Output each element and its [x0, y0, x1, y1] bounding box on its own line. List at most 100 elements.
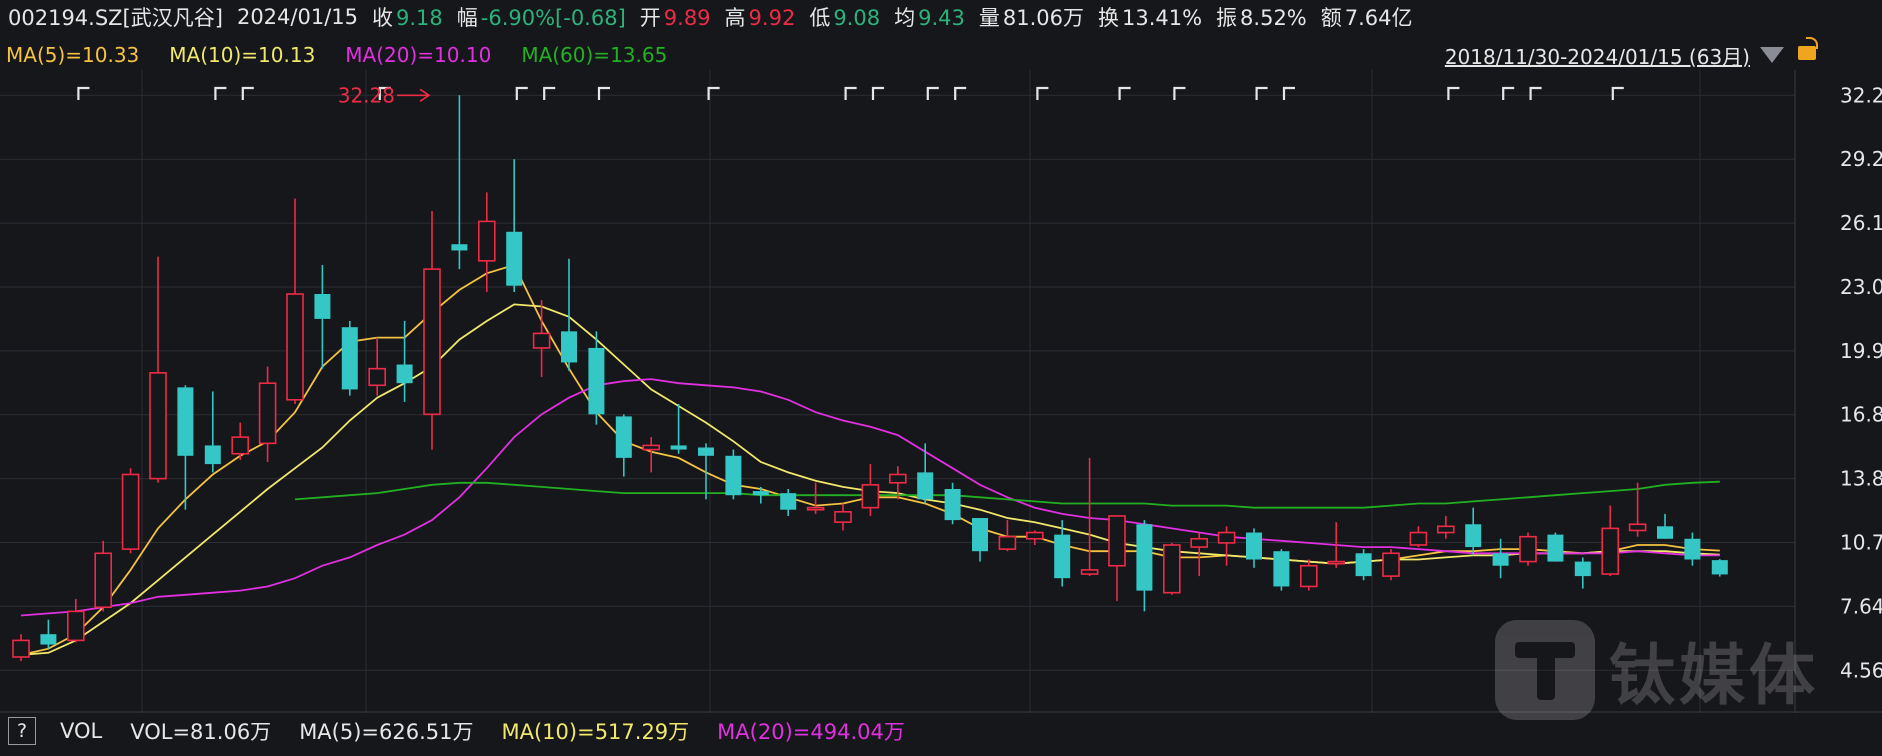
y-tick-label: 16.88	[1840, 403, 1882, 427]
watermark-text: 钛媒体	[1609, 637, 1819, 714]
candle-body	[861, 484, 880, 509]
candle-body	[752, 491, 769, 496]
candle-body	[1437, 525, 1455, 534]
turnover-value: 13.41%	[1121, 6, 1203, 30]
candle	[670, 403, 687, 454]
candle	[1628, 482, 1647, 537]
candle-body	[341, 327, 358, 390]
volume-ma20: MA(20)=494.04万	[717, 720, 905, 744]
candle-body	[1628, 523, 1647, 532]
candle	[177, 385, 194, 510]
dropdown-triangle-icon[interactable]	[1760, 47, 1784, 63]
candle	[286, 198, 304, 404]
candlestick-chart[interactable]: 32.28 29.2 26.12 23.04 19.96 16.88 13.8 10.72 7.…	[0, 70, 1882, 713]
candle-body	[1409, 531, 1428, 546]
candle	[67, 598, 85, 643]
candle-body	[725, 455, 742, 496]
stock-symbol[interactable]: 002194.SZ[武汉凡谷]	[8, 2, 223, 32]
volume-field: 量 81.06万	[979, 2, 1084, 32]
event-marker-icon	[1173, 86, 1186, 100]
candle-body	[944, 488, 961, 521]
ma10-legend[interactable]: MA(10)=10.13	[169, 43, 315, 67]
candle	[1108, 515, 1126, 601]
y-tick-label: 7.64	[1840, 594, 1882, 618]
candle	[1273, 549, 1290, 591]
close-value: 9.18	[396, 6, 443, 30]
candle	[1519, 532, 1537, 566]
candle	[149, 256, 167, 483]
candle-body	[834, 511, 852, 523]
candle-body	[806, 506, 825, 511]
open-field: 开 9.89	[640, 2, 711, 32]
candle	[1601, 505, 1619, 577]
candle-body	[998, 535, 1017, 550]
event-marker-icon	[844, 86, 857, 100]
volume-label: 量	[978, 6, 1000, 30]
candle-body	[1355, 553, 1372, 577]
candle	[532, 300, 551, 377]
y-tick-label: 19.96	[1840, 339, 1882, 363]
ma5-legend[interactable]: MA(5)=10.33	[6, 43, 139, 67]
event-marker-icon	[1447, 86, 1460, 100]
candle	[1382, 549, 1400, 581]
candle-body	[532, 332, 551, 349]
date-range-label[interactable]: 2018/11/30-2024/01/15 (63月)	[1445, 41, 1750, 70]
candle-body	[258, 382, 277, 445]
close-field: 收 9.18	[372, 2, 443, 32]
y-tick-label: 32.28	[1840, 83, 1882, 107]
candle	[861, 464, 880, 516]
lock-icon[interactable]	[1798, 37, 1818, 60]
candle-body	[12, 639, 30, 658]
candle-body	[1190, 537, 1208, 548]
candle	[1355, 549, 1372, 581]
candle	[944, 482, 961, 525]
low-label: 低	[809, 6, 831, 30]
candle	[642, 437, 661, 473]
candle	[121, 468, 140, 554]
chart-grid	[0, 70, 1882, 713]
y-tick-label: 10.72	[1840, 531, 1882, 555]
open-label: 开	[639, 6, 661, 30]
candle-body	[588, 347, 605, 415]
y-tick-label: 29.2	[1840, 147, 1882, 171]
candle-body	[561, 331, 577, 363]
quote-date: 2024/01/15	[236, 5, 358, 29]
event-marker-icon	[954, 86, 967, 100]
avg-value: 9.43	[918, 6, 965, 30]
candle	[725, 449, 742, 500]
ma20-legend[interactable]: MA(20)=10.10	[345, 43, 491, 67]
avg-label: 均	[894, 6, 916, 30]
candle	[12, 634, 30, 662]
ma60-legend[interactable]: MA(60)=13.65	[521, 43, 667, 67]
volume-value: 81.06万	[1002, 6, 1084, 30]
date-range-selector[interactable]: 2018/11/30-2024/01/15 (63月)	[1445, 40, 1784, 70]
candle-body	[1382, 552, 1400, 577]
volume-value: VOL=81.06万	[130, 720, 272, 744]
candle-body	[94, 552, 112, 609]
candle	[698, 443, 714, 500]
quote-bar: 002194.SZ[武汉凡谷] 2024/01/15 收 9.18 幅 -6.90%…	[0, 0, 1882, 34]
y-tick-label: 4.56	[1840, 658, 1882, 682]
candle	[972, 518, 988, 562]
candle	[1574, 557, 1591, 589]
candle-body	[506, 231, 523, 286]
help-button[interactable]: ?	[8, 717, 36, 745]
volume-indicator-name[interactable]: VOL	[60, 719, 102, 743]
ma-legend: MA(5)=10.33 MA(10)=10.13 MA(20)=10.10 MA…	[0, 40, 667, 70]
candle	[1246, 528, 1262, 568]
event-marker-icon	[1611, 86, 1624, 100]
change-value: -6.90%[-0.68]	[480, 6, 626, 30]
candle-body	[917, 472, 934, 500]
max-annotation: 32.28	[338, 83, 431, 107]
candle	[94, 540, 112, 612]
candle	[1684, 532, 1701, 566]
high-label: 高	[724, 6, 746, 30]
candle-body	[477, 220, 496, 262]
low-value: 9.08	[833, 6, 881, 30]
max-label: 32.28	[338, 83, 395, 107]
event-marker-icon	[77, 86, 90, 100]
turnover-label: 换	[1097, 6, 1119, 30]
event-marker-icon	[871, 86, 884, 100]
candle	[806, 482, 825, 514]
candle	[40, 619, 57, 649]
